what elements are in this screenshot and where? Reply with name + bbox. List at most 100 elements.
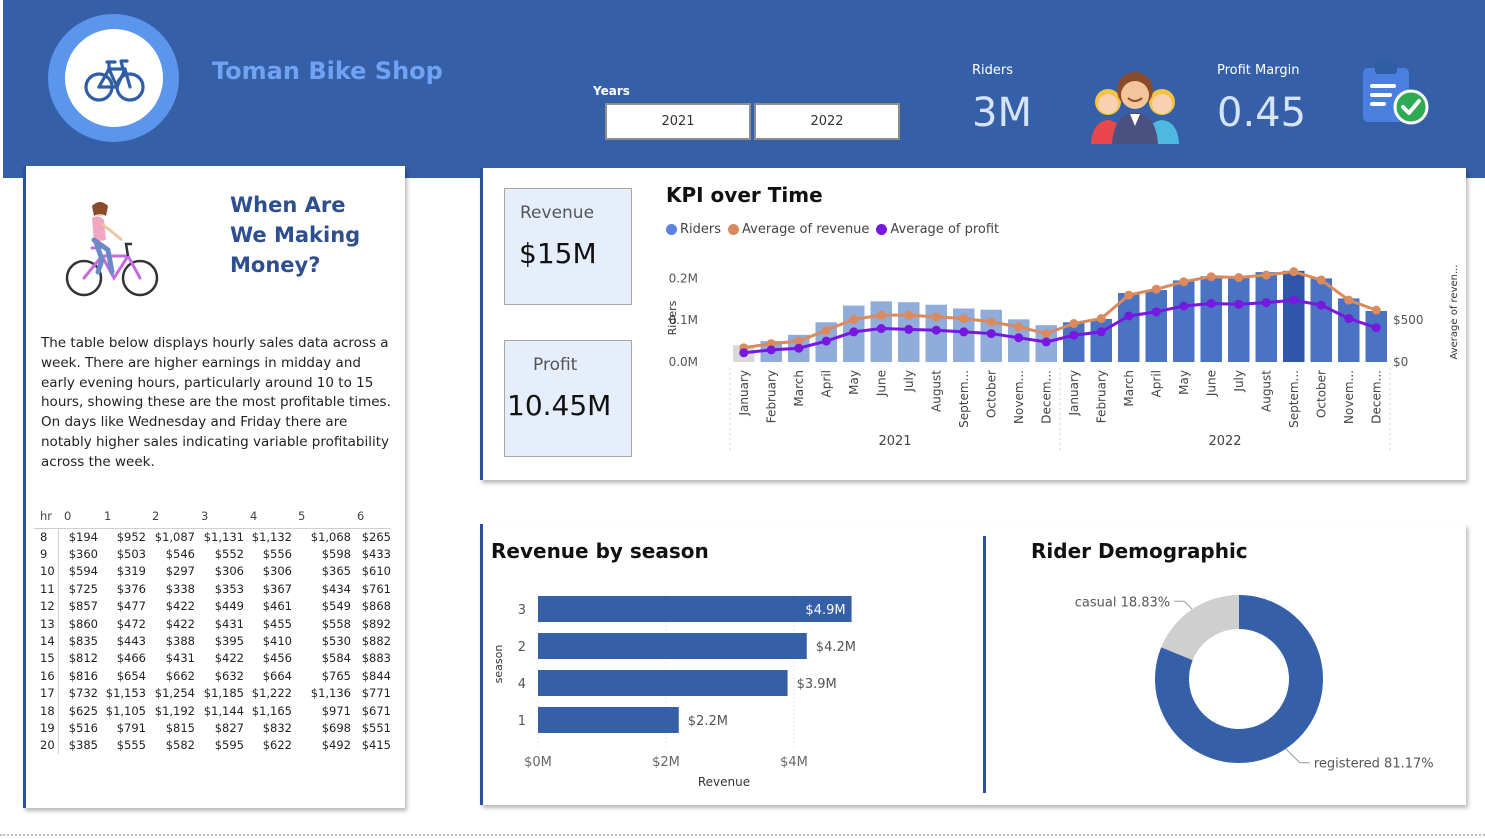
y-axis-tick-label: 2: [518, 640, 526, 655]
table-cell: $376: [116, 581, 146, 596]
revenue-card: Revenue $15M: [504, 188, 632, 305]
revenue-point: [1096, 314, 1106, 324]
table-row: 11 $725 $376 $338 $353 $367 $434 $761: [34, 580, 391, 598]
profit-margin-value: 0.45: [1217, 90, 1307, 136]
revenue-point: [1371, 305, 1381, 315]
profit-point: [849, 327, 859, 337]
table-row: 19 $516 $791 $815 $827 $832 $698 $551: [34, 719, 391, 737]
riders-bar: [1063, 322, 1085, 362]
table-header-cell[interactable]: 6: [351, 504, 391, 529]
profit-point: [1041, 337, 1051, 347]
x-axis-tick-label: January: [737, 370, 751, 417]
x-axis-tick-label: January: [1067, 370, 1081, 417]
riders-bar: [1090, 318, 1112, 362]
table-row: 9 $360 $503 $546 $552 $556 $598 $433: [34, 545, 391, 563]
year-button-2021[interactable]: 2021: [605, 103, 751, 140]
bar-data-label: $3.9M: [797, 677, 837, 692]
x-axis-tick-label: $4M: [780, 755, 808, 770]
riders-bar: [1365, 310, 1387, 362]
riders-bar: [1255, 272, 1277, 362]
revenue-point: [821, 325, 831, 335]
legend-label-revenue: Average of revenue: [742, 222, 870, 237]
profit-point: [904, 324, 914, 334]
table-header-cell[interactable]: 0: [58, 504, 98, 529]
table-cell: $297: [165, 564, 195, 579]
table-cell: $732: [68, 686, 98, 701]
x-axis-tick-label: February: [764, 370, 778, 423]
profit-label: Profit: [533, 355, 578, 375]
legend-item-riders[interactable]: Riders: [666, 222, 721, 237]
table-cell: $306: [262, 564, 292, 579]
legend-dot-revenue: [728, 224, 740, 235]
table-cell: $456: [262, 651, 292, 666]
season-chart-title: Revenue by season: [491, 539, 709, 563]
profit-point: [1206, 298, 1216, 308]
profit-point: [794, 343, 804, 353]
legend-item-revenue[interactable]: Average of revenue: [728, 222, 869, 237]
table-cell: $860: [68, 616, 98, 631]
table-cell: $492: [321, 738, 351, 753]
table-header-cell[interactable]: 1: [98, 504, 146, 529]
table-row: 14 $835 $443 $388 $395 $410 $530 $882: [34, 632, 391, 650]
table-cell: $844: [361, 668, 391, 683]
table-hour-cell: 20: [34, 736, 59, 755]
table-row: 20 $385 $555 $582 $595 $622 $492 $415: [34, 736, 391, 755]
table-cell: $816: [68, 668, 98, 683]
table-cell: $952: [116, 529, 146, 544]
leader-line: [1285, 748, 1310, 764]
table-cell: $549: [321, 599, 351, 614]
table-cell: $555: [116, 738, 146, 753]
table-cell: $1,192: [154, 703, 195, 718]
table-cell: $306: [214, 564, 244, 579]
profit-point: [986, 329, 996, 339]
kpi-chart-legend: Riders Average of revenue Average of pro…: [666, 222, 999, 237]
table-header-cell[interactable]: hr: [34, 504, 58, 529]
revenue-point: [931, 312, 941, 322]
table-cell: $556: [262, 547, 292, 562]
riders-label: Riders: [972, 63, 1014, 78]
slice-label-registered: registered 81.17%: [1314, 757, 1434, 772]
x-axis-tick-label: October: [1314, 370, 1328, 418]
revenue-point: [1124, 290, 1134, 300]
kpi-chart-title: KPI over Time: [666, 183, 823, 207]
table-hour-cell: 19: [34, 719, 59, 737]
table-cell: $319: [116, 564, 146, 579]
money-title: When Are We Making Money?: [230, 190, 360, 280]
table-header-cell[interactable]: 3: [195, 504, 244, 529]
x-axis-tick-label: Novem...: [1342, 370, 1356, 424]
table-row: 16 $816 $654 $662 $632 $664 $765 $844: [34, 667, 391, 685]
table-header-cell[interactable]: 2: [146, 504, 195, 529]
table-cell: $725: [68, 581, 98, 596]
revenue-point: [1014, 322, 1024, 332]
money-title-line-3: Money?: [230, 253, 321, 277]
profit-point: [1289, 295, 1299, 305]
x-axis-group-label: 2021: [878, 434, 911, 449]
table-cell: $1,136: [310, 686, 351, 701]
slice-label-casual: casual 18.83%: [1075, 595, 1170, 610]
x-axis-tick-label: July: [902, 370, 916, 393]
table-cell: $415: [361, 738, 391, 753]
x-axis-tick-label: August: [1259, 370, 1273, 412]
table-cell: $449: [214, 599, 244, 614]
table-header-cell[interactable]: 4: [244, 504, 292, 529]
revenue-point: [1316, 275, 1326, 285]
card-divider: [983, 536, 986, 793]
table-cell: $835: [68, 634, 98, 649]
riders-bar: [1310, 278, 1332, 362]
year-button-2022[interactable]: 2022: [754, 103, 900, 140]
table-cell: $1,185: [203, 686, 244, 701]
table-cell: $443: [116, 634, 146, 649]
legend-item-profit[interactable]: Average of profit: [876, 222, 999, 237]
table-header-cell[interactable]: 5: [292, 504, 351, 529]
table-cell: $1,087: [154, 529, 195, 544]
table-cell: $582: [165, 738, 195, 753]
table-cell: $812: [68, 651, 98, 666]
donut-slice-casual: [1161, 595, 1239, 661]
season-chart: $0M $2M $4M 3 $4.9M 2 $4.2M 4 $3.9M 1 $2.2M season R…: [492, 594, 856, 789]
profit-point: [876, 324, 886, 334]
x-axis-tick-label: Decem...: [1369, 370, 1383, 424]
revenue-point: [986, 317, 996, 327]
table-hour-cell: 12: [34, 597, 59, 615]
profit-point: [821, 336, 831, 346]
people-group-icon: [1088, 66, 1182, 144]
